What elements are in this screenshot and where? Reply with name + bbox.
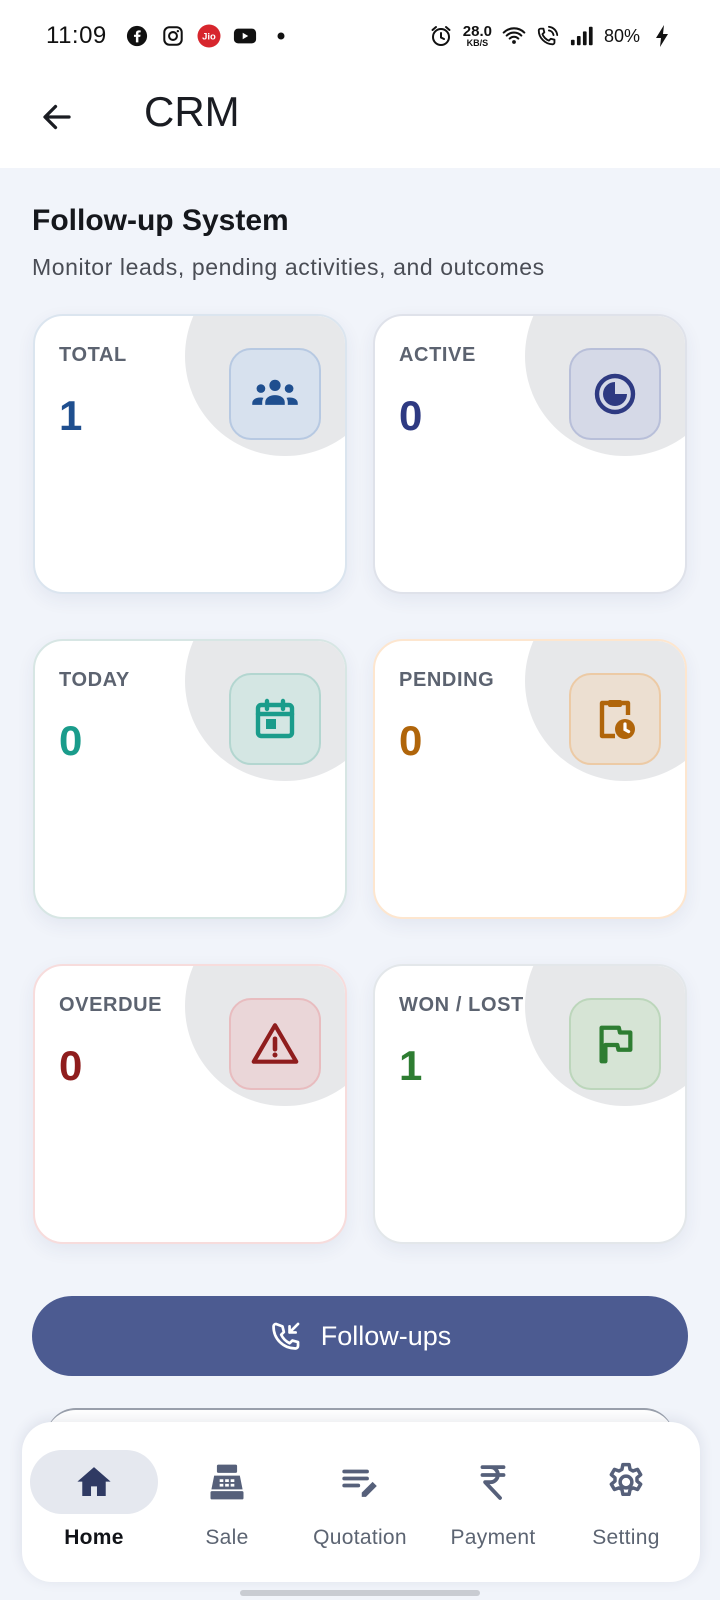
card-icon-box — [569, 998, 661, 1090]
card-icon-box — [229, 998, 321, 1090]
nav-label: Payment — [450, 1526, 536, 1549]
card-value: 0 — [59, 717, 83, 764]
stat-card-total[interactable]: TOTAL 1 — [33, 314, 347, 594]
nav-item-sale[interactable]: Sale — [161, 1450, 293, 1582]
signal-icon — [570, 24, 594, 48]
home-icon — [77, 1467, 111, 1496]
status-bar: 11:09 Jio 28.0 KB/S 80% — [0, 0, 720, 72]
network-speed: 28.0 KB/S — [462, 23, 492, 48]
section-title: Follow-up System — [32, 204, 289, 237]
nav-label: Quotation — [313, 1526, 407, 1549]
card-value: 0 — [59, 1042, 83, 1089]
group-icon — [252, 379, 298, 405]
card-value: 1 — [399, 1042, 423, 1089]
nav-label: Sale — [205, 1526, 249, 1549]
bottom-navigation: Home Sale Quotation Payment Setting — [22, 1422, 700, 1582]
card-label: WON / LOST — [399, 994, 524, 1016]
facebook-icon — [125, 24, 149, 48]
nav-item-quotation[interactable]: Quotation — [294, 1450, 426, 1582]
card-icon-box — [229, 673, 321, 765]
card-value: 0 — [399, 717, 423, 764]
stat-card-today[interactable]: TODAY 0 — [33, 639, 347, 919]
flag-icon — [599, 1025, 633, 1064]
charging-icon — [650, 24, 674, 48]
stat-card-pending[interactable]: PENDING 0 — [373, 639, 687, 919]
calendar-icon — [255, 698, 295, 739]
dot-icon — [269, 24, 293, 48]
nav-item-home[interactable]: Home — [28, 1450, 160, 1582]
arrow-left-icon — [43, 104, 71, 130]
cash-register-icon — [210, 1464, 244, 1500]
card-value: 0 — [399, 392, 423, 439]
card-icon-box — [229, 348, 321, 440]
card-label: PENDING — [399, 669, 495, 691]
card-label: TOTAL — [59, 344, 127, 366]
battery-level: 80% — [603, 25, 640, 46]
stat-card-won-lost[interactable]: WON / LOST 1 — [373, 964, 687, 1244]
stat-card-overdue[interactable]: OVERDUE 0 — [33, 964, 347, 1244]
follow-ups-label: Follow-ups — [320, 1320, 452, 1351]
home-indicator — [240, 1590, 480, 1596]
instagram-icon — [161, 24, 185, 48]
svg-text:Jio: Jio — [202, 32, 216, 43]
card-value: 1 — [59, 392, 83, 439]
card-label: TODAY — [59, 669, 130, 691]
phone-incoming-icon — [271, 1322, 300, 1350]
nav-label: Home — [64, 1526, 124, 1549]
clipboard-clock-icon — [599, 700, 635, 739]
follow-ups-button[interactable]: Follow-ups — [32, 1296, 688, 1376]
pie-icon — [594, 373, 636, 415]
nav-item-setting[interactable]: Setting — [560, 1450, 692, 1582]
jio-icon: Jio — [197, 24, 221, 48]
back-button[interactable] — [34, 94, 80, 140]
wifi-call-icon — [536, 24, 560, 48]
card-icon-box — [569, 348, 661, 440]
wifi-icon — [502, 24, 526, 48]
section-subtitle: Monitor leads, pending activities, and o… — [32, 254, 545, 280]
nav-item-payment[interactable]: Payment — [427, 1450, 559, 1582]
alarm-icon — [429, 24, 453, 48]
nav-active-indicator — [30, 1450, 158, 1514]
app-bar: CRM — [0, 72, 720, 168]
card-label: OVERDUE — [59, 994, 163, 1016]
rupee-icon — [480, 1465, 506, 1500]
youtube-icon — [233, 24, 257, 48]
edit-notes-icon — [342, 1469, 377, 1497]
status-time: 11:09 — [46, 22, 107, 49]
gear-icon — [609, 1462, 643, 1497]
warning-icon — [251, 1023, 299, 1064]
page-title: CRM — [144, 88, 240, 135]
stat-card-active[interactable]: ACTIVE 0 — [373, 314, 687, 594]
card-icon-box — [569, 673, 661, 765]
nav-label: Setting — [592, 1526, 660, 1549]
card-label: ACTIVE — [399, 344, 476, 366]
